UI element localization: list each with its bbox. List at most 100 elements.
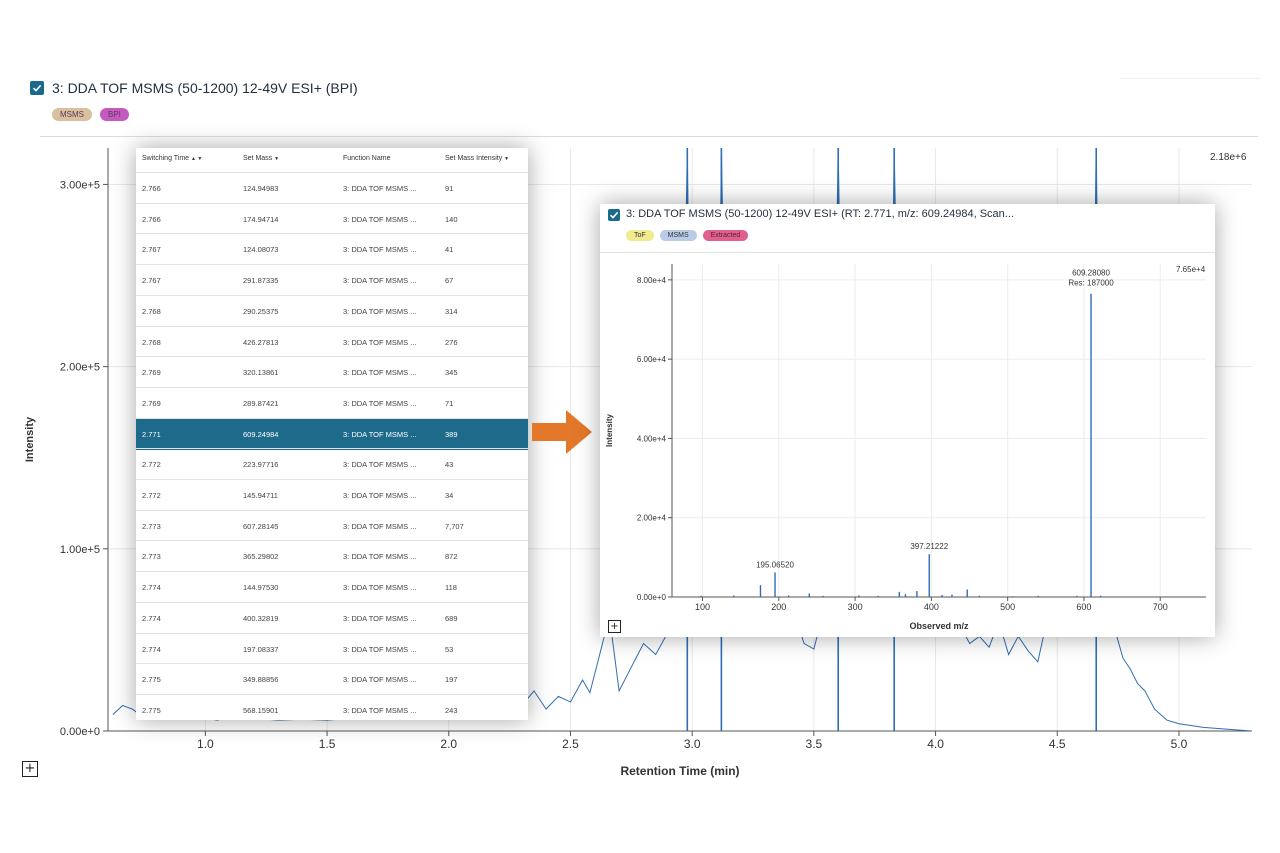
table-row[interactable]: 2.773 607.28145 3: DDA TOF MSMS ... 7,707: [136, 509, 528, 542]
expand-spectrum-button[interactable]: +: [608, 620, 621, 633]
cell-switching-time: 2.769: [142, 398, 161, 408]
table-row[interactable]: 2.769 289.87421 3: DDA TOF MSMS ... 71: [136, 386, 528, 419]
table-row-selected[interactable]: 2.771 609.24984 3: DDA TOF MSMS ... 389: [136, 417, 528, 450]
cell-set-mass: 124.94983: [243, 184, 279, 193]
cell-set-mass-intensity: 91: [445, 184, 454, 193]
table-row[interactable]: 2.774 197.08337 3: DDA TOF MSMS ... 53: [136, 632, 528, 665]
col-header-switching-time[interactable]: Switching Time ▲ ▼: [142, 148, 202, 170]
table-row[interactable]: 2.772 145.94711 3: DDA TOF MSMS ... 34: [136, 479, 528, 511]
sort-icon[interactable]: ▲ ▼: [191, 156, 202, 162]
x-tick-label: 1.5: [319, 737, 336, 751]
cell-set-mass-intensity: 345: [445, 368, 458, 378]
x-tick-label: 600: [1076, 602, 1091, 612]
x-tick-label: 3.0: [684, 737, 701, 751]
cell-set-mass-intensity: 71: [445, 398, 454, 408]
x-tick-label: 1.0: [197, 737, 214, 751]
cell-set-mass-intensity: 314: [445, 306, 458, 316]
x-tick-label: 4.0: [927, 737, 944, 751]
cell-set-mass: 290.25375: [243, 306, 279, 316]
spectrum-chart: 100 200 300 400 500 600 700 0.00e+0 2.00e+4 4.00e…: [605, 264, 1206, 631]
x-tick-label: 700: [1153, 602, 1168, 612]
cell-switching-time: 2.774: [142, 644, 161, 654]
table-row[interactable]: 2.772 223.97716 3: DDA TOF MSMS ... 43: [136, 448, 528, 480]
cell-function-name: 3: DDA TOF MSMS ...: [343, 460, 417, 470]
cell-set-mass: 145.94711: [243, 491, 278, 500]
spectrum-popup: 3: DDA TOF MSMS (50-1200) 12-49V ESI+ (R…: [600, 204, 1215, 637]
cell-set-mass-intensity: 689: [445, 613, 458, 623]
cell-function-name: 3: DDA TOF MSMS ...: [343, 398, 417, 408]
x-tick-label: 2.0: [440, 737, 457, 751]
table-row[interactable]: 2.774 144.97530 3: DDA TOF MSMS ... 118: [136, 571, 528, 603]
table-row[interactable]: 2.767 291.87335 3: DDA TOF MSMS ... 67: [136, 264, 528, 296]
y-tick-label: 3.00e+5: [60, 179, 100, 191]
table-row[interactable]: 2.768 290.25375 3: DDA TOF MSMS ... 314: [136, 294, 528, 327]
expand-chromatogram-button[interactable]: +: [22, 761, 38, 777]
table-row[interactable]: 2.766 124.94983 3: DDA TOF MSMS ... 91: [136, 172, 528, 204]
cell-set-mass: 568.15901: [243, 705, 279, 715]
cell-function-name: 3: DDA TOF MSMS ...: [343, 521, 417, 531]
cell-set-mass-intensity: 389: [445, 429, 458, 439]
table-row[interactable]: 2.773 365.29802 3: DDA TOF MSMS ... 872: [136, 540, 528, 572]
table-row[interactable]: 2.775 568.15901 3: DDA TOF MSMS ... 243: [136, 693, 528, 720]
cell-switching-time: 2.773: [142, 521, 161, 531]
y-tick-label: 2.00e+4: [637, 514, 667, 523]
cell-switching-time: 2.768: [142, 337, 161, 347]
x-tick-label: 3.5: [806, 737, 823, 751]
cell-set-mass-intensity: 118: [445, 583, 457, 593]
x-tick-label: 2.5: [562, 737, 579, 751]
col-header-set-mass[interactable]: Set Mass ▼: [243, 148, 279, 170]
col-header-set-mass-intensity[interactable]: Set Mass Intensity ▼: [445, 148, 509, 170]
cell-set-mass-intensity: 43: [445, 460, 454, 470]
cell-switching-time: 2.775: [142, 705, 161, 715]
cell-switching-time: 2.769: [142, 368, 161, 378]
y-axis-title: Intensity: [24, 416, 36, 462]
x-tick-label: 300: [848, 602, 863, 612]
cell-switching-time: 2.773: [142, 552, 161, 562]
x-tick-label: 200: [771, 602, 786, 612]
x-axis-title: Retention Time (min): [620, 764, 739, 778]
cell-set-mass: 144.97530: [243, 583, 279, 593]
y-tick-label: 1.00e+5: [60, 544, 100, 556]
cell-switching-time: 2.766: [142, 214, 161, 224]
cell-function-name: 3: DDA TOF MSMS ...: [343, 644, 417, 654]
cell-set-mass: 320.13861: [243, 368, 279, 378]
x-tick-label: 100: [695, 602, 710, 612]
col-header-function-name[interactable]: Function Name: [343, 148, 390, 170]
table-row[interactable]: 2.768 426.27813 3: DDA TOF MSMS ... 276: [136, 325, 528, 358]
mass-switching-table: Switching Time ▲ ▼ Set Mass ▼ Function N…: [136, 148, 528, 720]
filter-icon[interactable]: ▼: [274, 156, 279, 162]
y-tick-label: 4.00e+4: [637, 434, 667, 443]
table-row[interactable]: 2.774 400.32819 3: DDA TOF MSMS ... 689: [136, 601, 528, 634]
table-row[interactable]: 2.767 124.08073 3: DDA TOF MSMS ... 41: [136, 233, 528, 265]
table-row[interactable]: 2.775 349.88856 3: DDA TOF MSMS ... 197: [136, 663, 528, 695]
cell-function-name: 3: DDA TOF MSMS ...: [343, 613, 417, 623]
cell-function-name: 3: DDA TOF MSMS ...: [343, 429, 417, 439]
cell-function-name: 3: DDA TOF MSMS ...: [343, 705, 417, 715]
cell-function-name: 3: DDA TOF MSMS ...: [343, 675, 417, 685]
cell-function-name: 3: DDA TOF MSMS ...: [343, 368, 417, 378]
cell-set-mass: 174.94714: [243, 214, 279, 224]
cell-switching-time: 2.775: [142, 675, 161, 685]
cell-switching-time: 2.766: [142, 184, 161, 193]
table-row[interactable]: 2.769 320.13861 3: DDA TOF MSMS ... 345: [136, 356, 528, 388]
filter-icon[interactable]: ▼: [504, 156, 509, 162]
cell-set-mass-intensity: 7,707: [445, 521, 464, 531]
cell-set-mass: 400.32819: [243, 613, 279, 623]
cell-switching-time: 2.767: [142, 276, 161, 286]
y-tick-label: 2.00e+5: [60, 362, 100, 374]
table-row[interactable]: 2.766 174.94714 3: DDA TOF MSMS ... 140: [136, 202, 528, 235]
cell-set-mass: 289.87421: [243, 398, 279, 408]
cell-set-mass: 223.97716: [243, 460, 279, 470]
cell-function-name: 3: DDA TOF MSMS ...: [343, 276, 417, 286]
cell-set-mass-intensity: 140: [445, 214, 458, 224]
cell-function-name: 3: DDA TOF MSMS ...: [343, 214, 417, 224]
cell-switching-time: 2.774: [142, 613, 161, 623]
cell-set-mass: 349.88856: [243, 675, 279, 685]
peak-label: 195.06520: [756, 560, 794, 569]
cell-switching-time: 2.772: [142, 491, 161, 500]
cell-set-mass-intensity: 276: [445, 337, 458, 347]
cell-function-name: 3: DDA TOF MSMS ...: [343, 337, 417, 347]
cell-set-mass: 426.27813: [243, 337, 279, 347]
cell-set-mass-intensity: 53: [445, 644, 454, 654]
cell-function-name: 3: DDA TOF MSMS ...: [343, 306, 417, 316]
